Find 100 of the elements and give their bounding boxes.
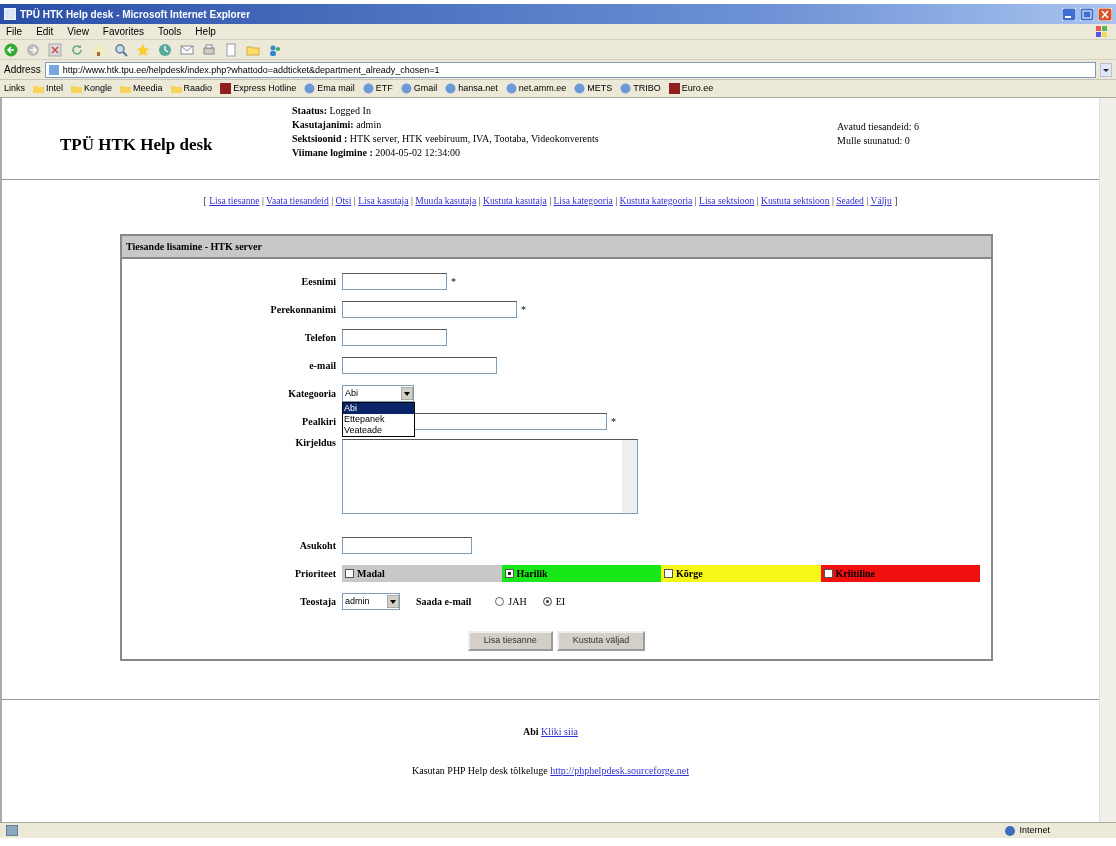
credit-link[interactable]: http://phphelpdesk.sourceforge.net [550, 764, 689, 776]
nav-link[interactable]: Lisa kategooria [553, 195, 613, 206]
scrollbar[interactable] [622, 440, 637, 514]
dropdown-arrow-icon [387, 594, 399, 608]
window-title: TPÜ HTK Help desk - Microsoft Internet Explorer [20, 7, 251, 22]
separator-text: | [549, 195, 552, 206]
address-field[interactable]: http://www.htk.tpu.ee/helpdesk/index.php?whattodo=addticket&department_already_chosen=1 [44, 61, 1096, 78]
stop-icon[interactable] [48, 42, 62, 57]
separator-text: | [615, 195, 618, 206]
separator-text: | [866, 195, 869, 206]
separator-text: | [478, 195, 481, 206]
menu-item[interactable]: File [6, 24, 23, 39]
separator-text: | [331, 195, 334, 206]
dropdown-option[interactable]: Abi [343, 402, 414, 414]
nav-link[interactable]: Vaata tiesandeid [266, 195, 329, 206]
help-link[interactable]: Kliki siia [541, 725, 578, 737]
menu-item[interactable]: Help [195, 24, 216, 39]
site-icon [220, 83, 232, 94]
dropdown-option[interactable]: Ettepanek [343, 413, 414, 425]
back-arrow-icon[interactable] [4, 42, 18, 57]
refresh-icon[interactable] [70, 42, 84, 57]
nav-link[interactable]: Lisa sektsioon [699, 195, 755, 206]
input-field[interactable] [342, 356, 497, 374]
link-button[interactable]: Gmail [400, 81, 438, 96]
link-button[interactable]: ETF [362, 81, 393, 96]
link-button[interactable]: Intel [33, 81, 64, 96]
link-button[interactable]: Raadio [170, 81, 213, 96]
status-line: Staatus: Logged In [292, 104, 372, 118]
page-icon [48, 64, 59, 75]
assignee-dropdown[interactable]: admin [342, 592, 400, 610]
dropdown-arrow-icon [401, 386, 413, 400]
windows-flag-icon [1094, 24, 1110, 39]
link-button[interactable]: Meedia [120, 81, 163, 96]
panel-title: Tiesande lisamine - HTK server [122, 236, 991, 260]
forward-arrow-icon[interactable] [26, 42, 40, 57]
input-field[interactable] [342, 300, 517, 318]
field-label: Kirjeldus [295, 437, 336, 449]
separator-text: | [831, 195, 834, 206]
priority-option[interactable]: Kõrge [661, 564, 821, 582]
link-button[interactable]: Express Hotline [220, 81, 297, 96]
link-button[interactable]: hansa.net [445, 81, 498, 96]
site-title: TPÜ HTK Help desk [59, 134, 214, 156]
required-mark: * [451, 274, 456, 289]
menu-item[interactable]: Tools [158, 24, 182, 39]
minimize-icon[interactable] [1062, 7, 1076, 21]
nav-link[interactable]: Muuda kasutaja [415, 195, 477, 206]
form-button[interactable]: Kustuta väljad [556, 631, 646, 651]
folder-icon [120, 83, 132, 94]
nav-link[interactable]: Kustuta kategooria [619, 195, 693, 206]
scrollbar[interactable] [1099, 98, 1116, 822]
required-mark: * [521, 302, 526, 317]
site-icon [668, 83, 680, 94]
mail-icon[interactable] [180, 42, 194, 57]
required-mark: * [611, 414, 616, 429]
link-button[interactable]: Ema mail [304, 81, 355, 96]
field-label: Asukoht [299, 539, 336, 551]
link-button[interactable]: METS [574, 81, 613, 96]
search-icon[interactable] [114, 42, 128, 57]
field-label: Pealkiri [302, 415, 336, 427]
field-label: Telefon [304, 331, 336, 343]
nav-link[interactable]: Seaded [836, 195, 864, 206]
star-icon[interactable] [136, 42, 150, 57]
home-icon[interactable] [92, 42, 106, 57]
menu-item[interactable]: Edit [36, 24, 54, 39]
link-button[interactable]: net.amm.ee [505, 81, 567, 96]
separator-text: | [410, 195, 413, 206]
input-field[interactable] [342, 272, 447, 290]
form-button[interactable]: Lisa tiesanne [467, 631, 553, 651]
status-line: Kasutajanimi: admin [292, 118, 383, 132]
maximize-icon[interactable] [1080, 7, 1094, 21]
globe-icon [362, 83, 374, 94]
nav-link[interactable]: Kustuta kasutaja [483, 195, 547, 206]
close-icon[interactable] [1098, 7, 1112, 21]
dropdown-option[interactable]: Veateade [343, 424, 414, 436]
menu-item[interactable]: View [67, 24, 89, 39]
dropdown-arrow-icon[interactable] [1100, 62, 1112, 77]
priority-option[interactable]: Kriitiline [820, 564, 980, 582]
link-button[interactable]: Euro.ee [668, 81, 714, 96]
globe-icon [445, 83, 457, 94]
document-icon[interactable] [224, 42, 238, 57]
priority-option[interactable]: Harilik [501, 564, 661, 582]
priority-option[interactable]: Madal [342, 564, 502, 582]
nav-link[interactable]: Otsi [335, 195, 352, 206]
counter-text: Mulle suunatud: 0 [837, 134, 911, 148]
radio-option[interactable]: EI [542, 593, 566, 609]
input-field[interactable] [342, 536, 472, 554]
link-button[interactable]: TRIBO [620, 81, 661, 96]
nav-link[interactable]: Välju [870, 195, 892, 206]
page-icon [6, 825, 18, 836]
nav-link[interactable]: Lisa kasutaja [358, 195, 409, 206]
nav-link[interactable]: Lisa tiesanne [209, 195, 260, 206]
radio-option[interactable]: JAH [495, 593, 527, 609]
input-field[interactable] [342, 328, 447, 346]
field-label: Prioriteet [294, 567, 336, 579]
text-area[interactable] [342, 439, 638, 515]
history-icon[interactable] [158, 42, 172, 57]
link-button[interactable]: Kongle [71, 81, 113, 96]
menu-item[interactable]: Favorites [102, 24, 144, 39]
printer-icon[interactable] [202, 42, 216, 57]
nav-link[interactable]: Kustuta sektsioon [760, 195, 830, 206]
